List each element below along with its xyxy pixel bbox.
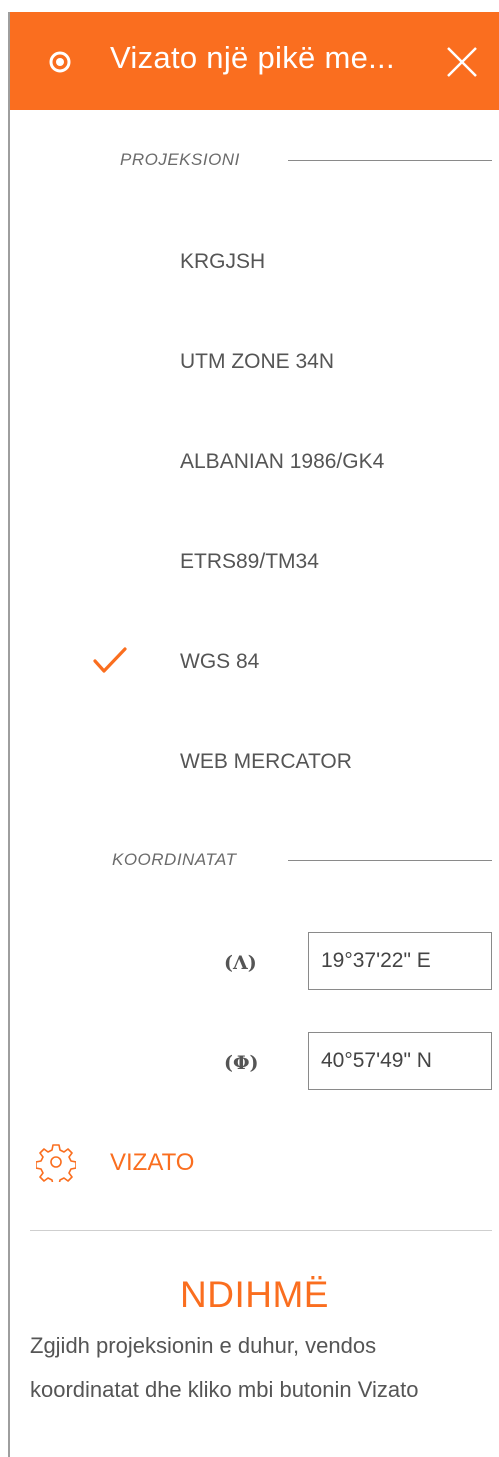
projection-item-albanian-1986-gk4[interactable]: ALBANIAN 1986/GK4 (10, 432, 499, 492)
projection-item-wgs-84[interactable]: WGS 84 (10, 632, 499, 692)
longitude-input[interactable] (308, 932, 492, 990)
projection-item-utm-zone-34n[interactable]: UTM ZONE 34N (10, 332, 499, 392)
latitude-symbol: (Φ) (224, 1052, 259, 1074)
projection-section-label: PROJEKSIONI (120, 150, 240, 169)
close-icon[interactable] (442, 42, 482, 82)
projection-item-label: UTM ZONE 34N (180, 350, 335, 373)
panel-title: Vizato një pikë me... (110, 40, 395, 75)
projection-item-etrs89-tm34[interactable]: ETRS89/TM34 (10, 532, 499, 592)
check-icon (93, 647, 127, 673)
draw-button-label: VIZATO (110, 1149, 195, 1176)
projection-item-krgjsh[interactable]: KRGJSH (10, 232, 499, 292)
projection-item-label: ETRS89/TM34 (180, 550, 319, 573)
gear-icon (36, 1144, 76, 1182)
section-divider (288, 860, 492, 861)
projection-item-label: KRGJSH (180, 250, 266, 273)
section-divider (288, 160, 492, 161)
projection-item-label: ALBANIAN 1986/GK4 (180, 450, 385, 473)
target-icon (49, 51, 71, 73)
help-divider (30, 1230, 492, 1231)
draw-button[interactable]: VIZATO (36, 1142, 236, 1184)
projection-item-label: WGS 84 (180, 650, 260, 673)
help-text: Zgjidh projeksionin e duhur, vendos koor… (30, 1333, 419, 1402)
help-title: NDIHMË (180, 1274, 329, 1315)
longitude-symbol: (Λ) (224, 952, 257, 974)
draw-point-panel: Vizato një pikë me... PROJEKSIONI KRGJSH… (8, 12, 499, 1457)
panel-header: Vizato një pikë me... (10, 12, 499, 110)
projection-item-web-mercator[interactable]: WEB MERCATOR (10, 732, 499, 792)
coordinates-section-label: KOORDINATAT (112, 850, 237, 869)
projection-item-label: WEB MERCATOR (180, 750, 352, 773)
latitude-input[interactable] (308, 1032, 492, 1090)
